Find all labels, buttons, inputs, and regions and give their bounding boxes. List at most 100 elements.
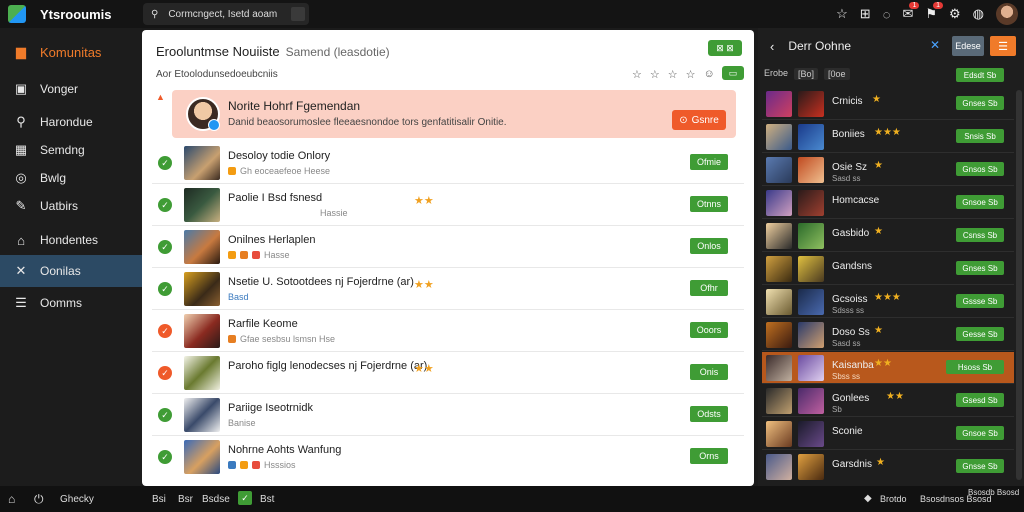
right-item-name: Gasbido <box>832 228 870 239</box>
page-title-text: Erooluntmse Nouiiste <box>156 44 280 59</box>
header-action-button[interactable]: ⊠ ⊠ <box>708 40 742 56</box>
messages-icon[interactable]: ✉ 1 <box>902 2 920 22</box>
right-list-item[interactable]: Garsdnis ★ Gnsse Sb <box>762 451 1014 483</box>
right-list-item[interactable]: Doso Ss Sasd ss ★ Gesse Sb <box>762 319 1014 351</box>
list-item[interactable]: ✓ Pariige Iseotrnidk Banise Odsts <box>152 394 744 436</box>
chat-icon[interactable]: ☺ <box>704 68 715 81</box>
right-row-action-button[interactable]: Gnsse Sb <box>956 459 1004 473</box>
rating-stars: ★★ <box>874 358 892 369</box>
right-row-action-button[interactable]: Gnsoe Sb <box>956 195 1004 209</box>
home-icon[interactable]: ⌂ <box>8 492 15 506</box>
right-list-item[interactable]: Gandsns Gnses Sb <box>762 253 1014 285</box>
list-item[interactable]: ✓ Paolie I Bsd fsnesd Hassie ★★ Otnns <box>152 184 744 226</box>
avatar <box>798 256 824 282</box>
right-row-action-button[interactable]: Gnses Sb <box>956 96 1004 110</box>
list-item[interactable]: ✓ Desoloy todie Onlory Gh eoceaefeoe Hee… <box>152 142 744 184</box>
sidebar-item-oonilas[interactable]: ✕ Oonilas <box>0 255 142 287</box>
bottom-item[interactable]: Bsr <box>178 494 193 505</box>
right-list-item[interactable]: Boniies ★★★ Snsis Sb <box>762 121 1014 153</box>
sidebar-item-label: Uatbirs <box>40 199 79 213</box>
compass-icon[interactable]: ◆ <box>864 493 872 504</box>
right-row-action-button[interactable]: Edsdt Sb <box>956 68 1004 82</box>
right-list-item[interactable]: Gcsoiss Sdsss ss ★★★ Gssse Sb <box>762 286 1014 318</box>
user-avatar[interactable] <box>996 3 1018 25</box>
row-action-button[interactable]: Ofhr <box>690 280 728 296</box>
right-row-action-button[interactable]: Csnss Sb <box>956 228 1004 242</box>
right-list-item-selected[interactable]: Kaisanba Sbss ss ★★ Hsoss Sb <box>762 352 1014 384</box>
sidebar-item-oomms[interactable]: ☰ Oomms <box>0 287 142 319</box>
row-action-button[interactable]: Odsts <box>690 406 728 422</box>
right-row-action-button[interactable]: Gesse Sb <box>956 327 1004 341</box>
notifications-icon[interactable]: ⚑ 1 <box>925 2 943 22</box>
bookmark-icon[interactable]: ☆ <box>836 6 848 22</box>
right-row-action-button[interactable]: Hsoss Sb <box>946 360 1004 374</box>
bottom-item[interactable]: Bsi <box>152 494 166 505</box>
right-row-action-button[interactable]: Gnsos Sb <box>956 162 1004 176</box>
right-panel-menu-button[interactable]: ☰ <box>990 36 1016 56</box>
bottom-item[interactable]: Bst <box>260 494 274 505</box>
bag-icon: ▣ <box>14 81 28 96</box>
row-action-button[interactable]: Onlos <box>690 238 728 254</box>
right-item-name: Gcsoiss <box>832 294 868 305</box>
row-action-button[interactable]: Otnns <box>690 196 728 212</box>
row-action-button[interactable]: Onis <box>690 364 728 380</box>
settings-icon[interactable]: ⚙ <box>949 6 961 22</box>
apps-icon[interactable]: ⊞ <box>860 6 871 22</box>
circle-icon: ⊙ <box>679 114 688 126</box>
tools-icon[interactable]: ✕ <box>930 38 940 52</box>
avatar <box>766 421 792 447</box>
header-small-button[interactable]: ▭ <box>722 66 744 80</box>
row-action-button[interactable]: Ooors <box>690 322 728 338</box>
sidebar-item-hondentes[interactable]: ⌂ Hondentes <box>0 224 142 256</box>
check-icon: ✓ <box>158 450 172 464</box>
sidebar-brand[interactable]: ▆ Komunitas <box>0 36 142 68</box>
globe-icon: ◎ <box>15 170 27 185</box>
search-bar[interactable]: ⚲ Cormcngect, Isetd aoam <box>143 3 309 25</box>
right-list-item[interactable]: Gonlees Sb ★★ Gsesd Sb <box>762 385 1014 417</box>
star-icon[interactable]: ☆ <box>650 68 660 81</box>
power-icon[interactable]: ⏻ <box>34 492 44 507</box>
right-list-item[interactable]: Osie Sz Sasd ss ★ Gnsos Sb <box>762 154 1014 186</box>
list-item-name: Desoloy todie Onlory <box>228 150 331 162</box>
notice-button[interactable]: ⊙ Gsnre <box>672 110 726 130</box>
right-list-item[interactable]: Homcacse Gnsoe Sb <box>762 187 1014 219</box>
right-row-action-button[interactable]: Gssse Sb <box>956 294 1004 308</box>
right-row-action-button[interactable]: Snsis Sb <box>956 129 1004 143</box>
warning-icon: ✓ <box>158 324 172 338</box>
right-list-item[interactable]: Sconie Gnsoe Sb <box>762 418 1014 450</box>
right-item-name: Gonlees <box>832 393 870 404</box>
list-item[interactable]: ✓ Nsetie U. Sotootdees nj Fojerdrne (ar)… <box>152 268 744 310</box>
star-icon[interactable]: ☆ <box>686 68 696 81</box>
bottom-item[interactable]: Bsdse <box>202 494 230 505</box>
check-icon[interactable]: ✓ <box>238 491 252 505</box>
avatar <box>798 157 824 183</box>
search-shortcut-icon[interactable] <box>291 7 305 21</box>
list-item[interactable]: ✓ Paroho figlg lenodecses nj Fojerdrne (… <box>152 352 744 394</box>
game-thumbnail <box>184 188 220 222</box>
right-item-name: Homcacse <box>832 195 880 206</box>
list-item[interactable]: ✓ Nohrne Aohts Wanfung Hsssios Orns <box>152 436 744 478</box>
right-panel-button[interactable]: Edese <box>952 36 984 56</box>
row-action-button[interactable]: Ofmie <box>690 154 728 170</box>
globe-icon[interactable]: ◍ <box>973 6 984 22</box>
filter-chip[interactable]: [0oe <box>824 68 850 80</box>
star-icon[interactable]: ☆ <box>632 68 642 81</box>
right-row-action-button[interactable]: Gnsoe Sb <box>956 426 1004 440</box>
right-scrollbar[interactable] <box>1016 90 1022 480</box>
right-row-action-button[interactable]: Gnses Sb <box>956 261 1004 275</box>
list-item[interactable]: ✓ Rarfile Keome Gfae sesbsu lsmsn Hse Oo… <box>152 310 744 352</box>
search-input[interactable]: Cormcngect, Isetd aoam <box>168 9 277 20</box>
right-list-item[interactable]: Crnicis ★ Gnses Sb <box>762 88 1014 120</box>
star-icon[interactable]: ☆ <box>668 68 678 81</box>
sidebar-item-uatbirs[interactable]: ✎ Uatbirs <box>0 190 142 222</box>
sidebar-item-vonger[interactable]: ▣ Vonger <box>0 73 142 105</box>
page-description: Aor Etoolodunsedoeubcniis <box>156 69 278 80</box>
back-arrow-icon[interactable]: ‹ <box>770 39 774 54</box>
right-row-action-button[interactable]: Gsesd Sb <box>956 393 1004 407</box>
warning-icon: ✓ <box>158 366 172 380</box>
row-action-button[interactable]: Orns <box>690 448 728 464</box>
right-list-item[interactable]: Gasbido ★ Csnss Sb <box>762 220 1014 252</box>
filter-chip[interactable]: [Bo] <box>794 68 819 80</box>
chat-icon[interactable]: ◌ <box>883 7 891 22</box>
list-item[interactable]: ✓ Onilnes Herlaplen Hasse Onlos <box>152 226 744 268</box>
